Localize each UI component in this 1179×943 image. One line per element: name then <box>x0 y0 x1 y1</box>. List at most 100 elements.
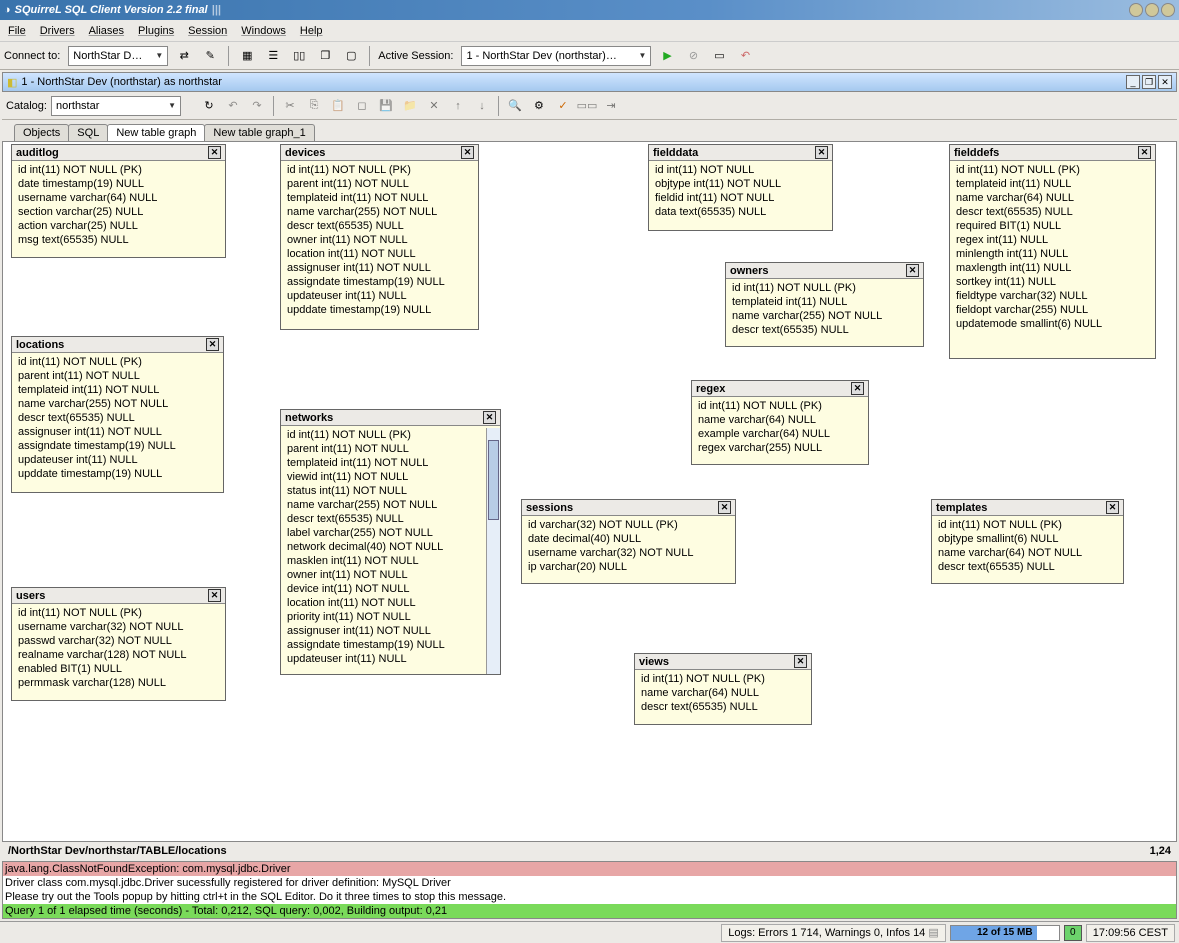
scrollbar[interactable] <box>486 428 500 674</box>
column-row[interactable]: name varchar(255) NOT NULL <box>732 309 917 323</box>
column-row[interactable]: minlength int(11) NULL <box>956 247 1149 261</box>
close-table-icon[interactable]: ✕ <box>206 338 219 351</box>
delete-icon[interactable]: ✕ <box>424 96 444 116</box>
column-row[interactable]: templateid int(11) NOT NULL <box>18 383 217 397</box>
column-row[interactable]: updateuser int(11) NULL <box>287 289 472 303</box>
table-owners[interactable]: owners✕id int(11) NOT NULL (PK)templatei… <box>725 262 924 347</box>
cascade-icon[interactable]: ❐ <box>315 46 335 66</box>
column-row[interactable]: username varchar(32) NOT NULL <box>528 546 729 560</box>
tile-h-icon[interactable]: ☰ <box>263 46 283 66</box>
table-users[interactable]: users✕id int(11) NOT NULL (PK)username v… <box>11 587 226 701</box>
column-row[interactable]: data text(65535) NULL <box>655 205 826 219</box>
column-row[interactable]: status int(11) NOT NULL <box>287 484 480 498</box>
menu-aliases[interactable]: Aliases <box>89 25 124 37</box>
copy-icon[interactable]: ⎘ <box>304 96 324 116</box>
table-fielddata[interactable]: fielddata✕id int(11) NOT NULLobjtype int… <box>648 144 833 231</box>
menu-help[interactable]: Help <box>300 25 323 37</box>
column-row[interactable]: upddate timestamp(19) NULL <box>287 303 472 317</box>
check-icon[interactable]: ✓ <box>553 96 573 116</box>
column-row[interactable]: updatemode smallint(6) NULL <box>956 317 1149 331</box>
down-icon[interactable]: ↓ <box>472 96 492 116</box>
column-row[interactable]: descr text(65535) NULL <box>938 560 1117 574</box>
column-row[interactable]: descr text(65535) NULL <box>641 700 805 714</box>
column-row[interactable]: id int(11) NOT NULL (PK) <box>287 428 480 442</box>
table-devices[interactable]: devices✕id int(11) NOT NULL (PK)parent i… <box>280 144 479 330</box>
tab-new-table-graph[interactable]: New table graph <box>107 124 205 141</box>
column-row[interactable]: descr text(65535) NULL <box>287 512 480 526</box>
column-row[interactable]: id int(11) NOT NULL (PK) <box>287 163 472 177</box>
column-row[interactable]: descr text(65535) NULL <box>287 219 472 233</box>
column-row[interactable]: id int(11) NOT NULL (PK) <box>18 355 217 369</box>
close-table-icon[interactable]: ✕ <box>461 146 474 159</box>
column-row[interactable]: sortkey int(11) NULL <box>956 275 1149 289</box>
column-row[interactable]: regex varchar(255) NULL <box>698 441 862 455</box>
close-table-icon[interactable]: ✕ <box>483 411 496 424</box>
column-row[interactable]: example varchar(64) NULL <box>698 427 862 441</box>
column-row[interactable]: objtype smallint(6) NULL <box>938 532 1117 546</box>
column-row[interactable]: fieldopt varchar(255) NULL <box>956 303 1149 317</box>
column-row[interactable]: viewid int(11) NOT NULL <box>287 470 480 484</box>
column-row[interactable]: label varchar(255) NOT NULL <box>287 526 480 540</box>
redo-icon[interactable]: ↷ <box>247 96 267 116</box>
column-row[interactable]: location int(11) NOT NULL <box>287 247 472 261</box>
menu-plugins[interactable]: Plugins <box>138 25 174 37</box>
column-row[interactable]: fieldtype varchar(32) NULL <box>956 289 1149 303</box>
column-row[interactable]: name varchar(64) NULL <box>698 413 862 427</box>
column-row[interactable]: assigndate timestamp(19) NULL <box>287 275 472 289</box>
column-row[interactable]: priority int(11) NOT NULL <box>287 610 480 624</box>
sub-close-icon[interactable]: ✕ <box>1158 75 1172 89</box>
commit-icon[interactable]: ▭ <box>709 46 729 66</box>
column-row[interactable]: parent int(11) NOT NULL <box>18 369 217 383</box>
column-row[interactable]: id int(11) NOT NULL (PK) <box>732 281 917 295</box>
close-table-icon[interactable]: ✕ <box>1106 501 1119 514</box>
close-table-icon[interactable]: ✕ <box>718 501 731 514</box>
column-row[interactable]: permmask varchar(128) NULL <box>18 676 219 690</box>
graph-canvas[interactable]: auditlog✕id int(11) NOT NULL (PK)date ti… <box>2 142 1177 841</box>
cut-icon[interactable]: ✂ <box>280 96 300 116</box>
column-row[interactable]: id int(11) NOT NULL <box>655 163 826 177</box>
close-table-icon[interactable]: ✕ <box>851 382 864 395</box>
column-row[interactable]: id int(11) NOT NULL (PK) <box>938 518 1117 532</box>
sub-minimize-icon[interactable]: _ <box>1126 75 1140 89</box>
connect-combo[interactable]: NorthStar D…▼ <box>68 46 168 66</box>
table-templates[interactable]: templates✕id int(11) NOT NULL (PK)objtyp… <box>931 499 1124 584</box>
tile-v-icon[interactable]: ▯▯ <box>289 46 309 66</box>
column-row[interactable]: id int(11) NOT NULL (PK) <box>641 672 805 686</box>
undo-icon[interactable]: ↶ <box>223 96 243 116</box>
paste-icon[interactable]: 📋 <box>328 96 348 116</box>
table-fielddefs[interactable]: fielddefs✕id int(11) NOT NULL (PK)templa… <box>949 144 1156 359</box>
column-row[interactable]: id int(11) NOT NULL (PK) <box>956 163 1149 177</box>
active-session-combo[interactable]: 1 - NorthStar Dev (northstar)…▼ <box>461 46 651 66</box>
folder-icon[interactable]: 📁 <box>400 96 420 116</box>
column-row[interactable]: fieldid int(11) NOT NULL <box>655 191 826 205</box>
run-icon[interactable]: ▶ <box>657 46 677 66</box>
close-table-icon[interactable]: ✕ <box>1138 146 1151 159</box>
rollback-icon[interactable]: ↶ <box>735 46 755 66</box>
column-row[interactable]: owner int(11) NOT NULL <box>287 233 472 247</box>
up-icon[interactable]: ↑ <box>448 96 468 116</box>
column-row[interactable]: username varchar(64) NULL <box>18 191 219 205</box>
column-row[interactable]: assigndate timestamp(19) NULL <box>18 439 217 453</box>
find-icon[interactable]: 🔍 <box>505 96 525 116</box>
tab-new-table-graph_1[interactable]: New table graph_1 <box>204 124 314 141</box>
column-row[interactable]: username varchar(32) NOT NULL <box>18 620 219 634</box>
close-table-icon[interactable]: ✕ <box>815 146 828 159</box>
stop-icon[interactable]: ⊘ <box>683 46 703 66</box>
column-row[interactable]: templateid int(11) NOT NULL <box>287 191 472 205</box>
column-row[interactable]: realname varchar(128) NOT NULL <box>18 648 219 662</box>
sub-restore-icon[interactable]: ❐ <box>1142 75 1156 89</box>
column-row[interactable]: maxlength int(11) NULL <box>956 261 1149 275</box>
table-locations[interactable]: locations✕id int(11) NOT NULL (PK)parent… <box>11 336 224 493</box>
tile-icon[interactable]: ▦ <box>237 46 257 66</box>
column-row[interactable]: action varchar(25) NULL <box>18 219 219 233</box>
column-row[interactable]: network decimal(40) NOT NULL <box>287 540 480 554</box>
column-row[interactable]: parent int(11) NOT NULL <box>287 177 472 191</box>
column-row[interactable]: assignuser int(11) NOT NULL <box>287 261 472 275</box>
column-row[interactable]: assignuser int(11) NOT NULL <box>18 425 217 439</box>
column-row[interactable]: id int(11) NOT NULL (PK) <box>18 163 219 177</box>
filter-icon[interactable]: ⚙ <box>529 96 549 116</box>
column-row[interactable]: date timestamp(19) NULL <box>18 177 219 191</box>
column-row[interactable]: name varchar(64) NULL <box>641 686 805 700</box>
menu-file[interactable]: File <box>8 25 26 37</box>
column-row[interactable]: masklen int(11) NOT NULL <box>287 554 480 568</box>
